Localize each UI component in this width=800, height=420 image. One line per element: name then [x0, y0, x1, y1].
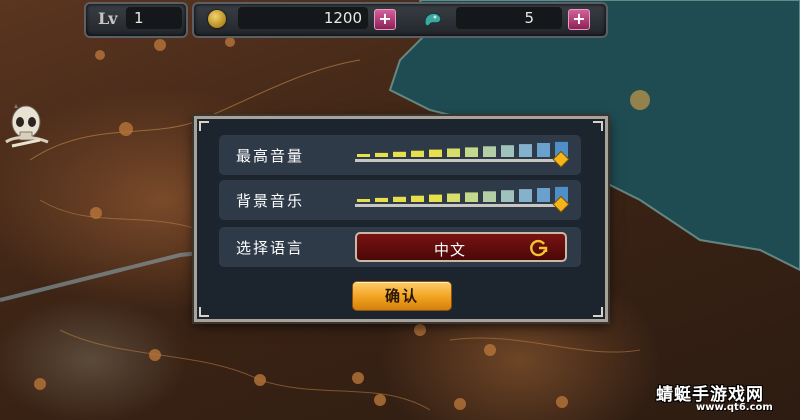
- volume-slider-segment: [393, 151, 406, 157]
- resource-panel: 1200 + 5 +: [192, 2, 608, 38]
- bgm-slider-segment: [537, 188, 550, 202]
- bgm-slider-segment: [465, 192, 478, 202]
- volume-label: 最高音量: [236, 147, 305, 165]
- language-label: 选择语言: [236, 239, 305, 257]
- frame-corner: [199, 307, 209, 317]
- watermark-url: www.qt6.com: [696, 402, 773, 413]
- bgm-slider-segment: [483, 191, 496, 202]
- level-value: 1: [126, 7, 182, 29]
- volume-slider-segment: [537, 143, 550, 157]
- bgm-slider-segment: [501, 190, 514, 202]
- volume-slider[interactable]: [353, 137, 571, 171]
- bgm-slider-track: [355, 204, 561, 207]
- bgm-slider-segment: [429, 194, 442, 202]
- coin-icon: [208, 10, 226, 28]
- gem-amount: 5: [456, 7, 562, 29]
- bgm-row: 背景音乐: [219, 180, 581, 220]
- volume-slider-segment: [465, 147, 478, 157]
- add-gem-button[interactable]: +: [568, 9, 590, 30]
- bgm-label: 背景音乐: [236, 192, 305, 210]
- settings-dialog: 最高音量 背景音乐 选择语言 中文 确认: [194, 116, 608, 322]
- gold-amount: 1200: [238, 7, 368, 29]
- watermark: 蜻蜓手游戏网 www.qt6.com: [656, 380, 796, 416]
- level-label: Lv: [98, 9, 118, 28]
- bgm-slider-segment: [411, 195, 424, 202]
- bgm-slider[interactable]: [353, 182, 571, 216]
- volume-slider-graphic: [355, 141, 570, 168]
- gem-icon: [424, 12, 442, 27]
- bgm-slider-segment: [357, 199, 370, 202]
- language-select[interactable]: 中文: [355, 232, 567, 262]
- volume-slider-segment: [357, 154, 370, 157]
- volume-slider-segment: [501, 145, 514, 157]
- confirm-button[interactable]: 确认: [352, 281, 452, 311]
- bgm-slider-segment: [375, 197, 388, 202]
- volume-slider-segment: [375, 152, 388, 157]
- volume-slider-segment: [411, 150, 424, 157]
- add-gold-button[interactable]: +: [374, 9, 396, 30]
- frame-corner: [593, 307, 603, 317]
- volume-slider-segment: [429, 149, 442, 157]
- volume-slider-segment: [483, 146, 496, 157]
- refresh-icon: [530, 239, 548, 257]
- frame-corner: [199, 121, 209, 131]
- bgm-slider-segment: [447, 193, 460, 202]
- volume-row: 最高音量: [219, 135, 581, 175]
- skull-character-icon[interactable]: [4, 100, 50, 154]
- volume-slider-segment: [447, 148, 460, 157]
- bgm-slider-graphic: [355, 186, 570, 213]
- frame-corner: [593, 121, 603, 131]
- language-value: 中文: [433, 241, 466, 259]
- volume-slider-track: [355, 159, 561, 162]
- volume-slider-segment: [519, 144, 532, 157]
- bgm-slider-segment: [519, 189, 532, 202]
- bgm-slider-segment: [393, 196, 406, 202]
- language-row: 选择语言 中文: [219, 227, 581, 267]
- level-panel: Lv 1: [84, 2, 188, 38]
